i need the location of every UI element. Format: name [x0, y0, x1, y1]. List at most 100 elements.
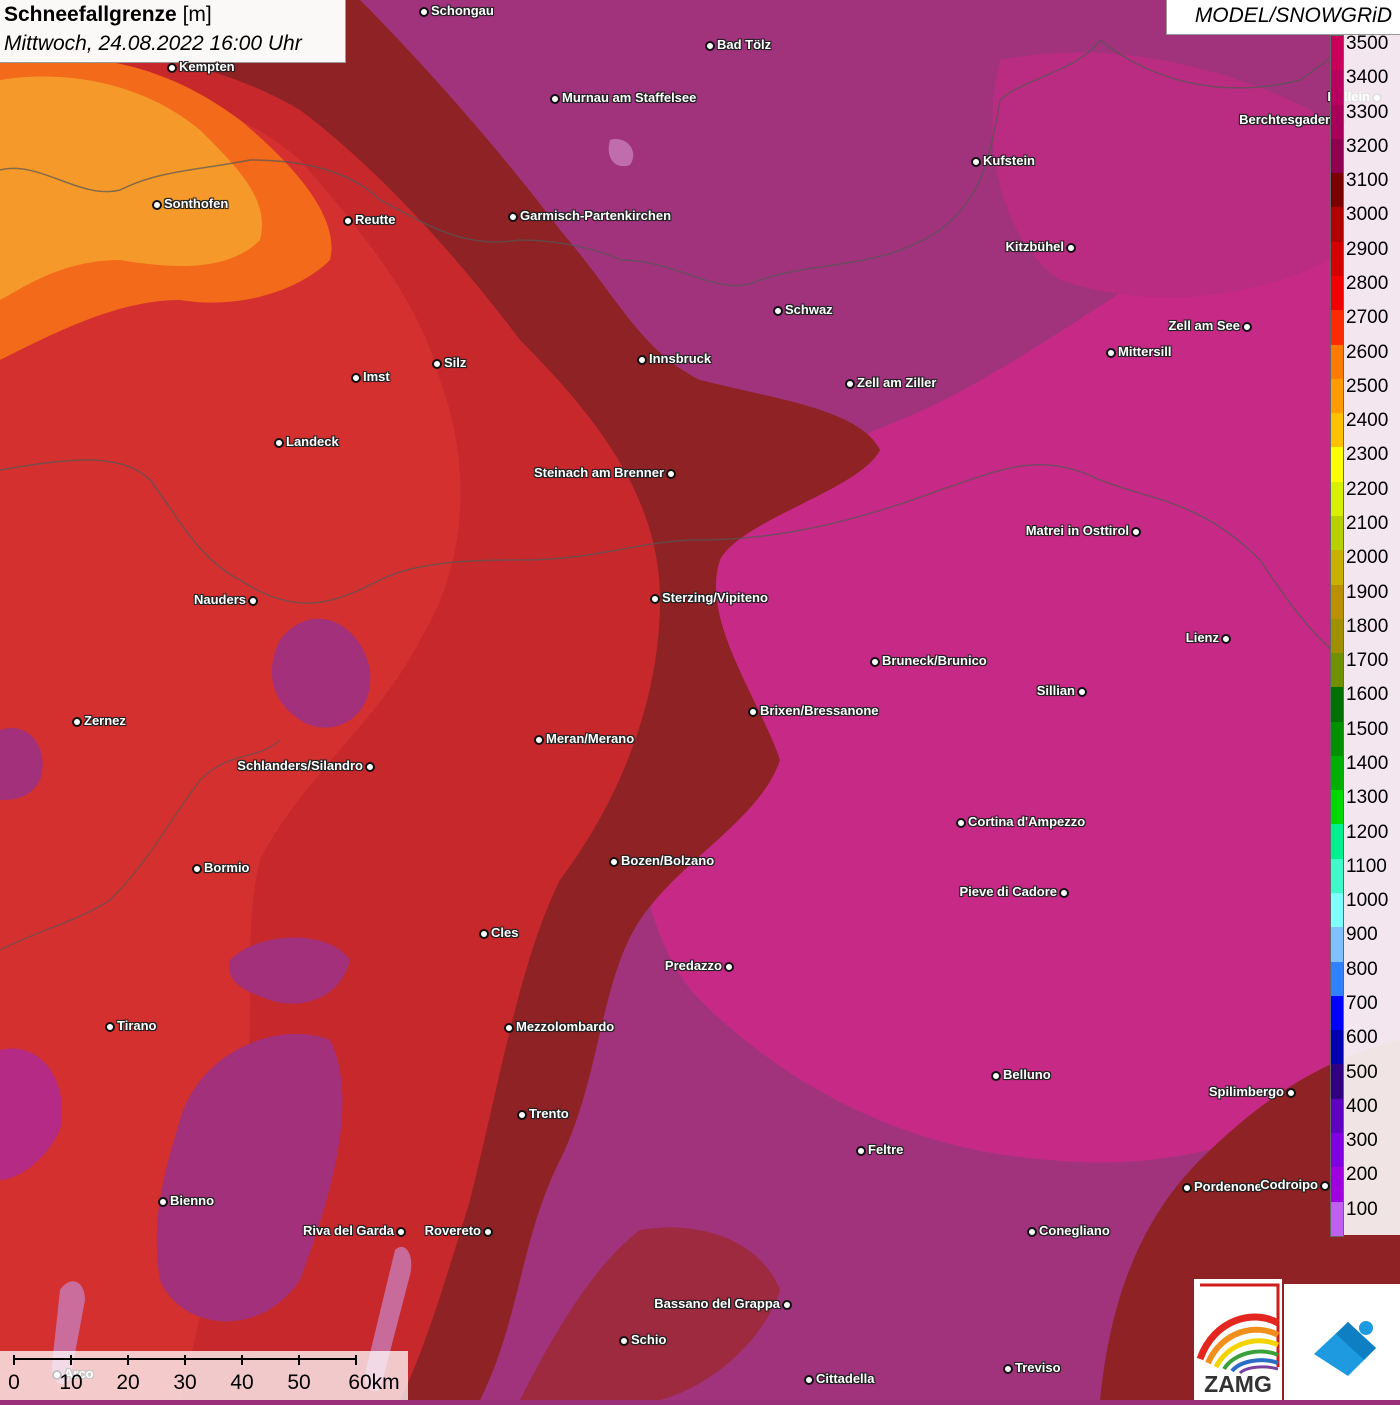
legend-label-1100: 1100 [1346, 855, 1387, 877]
city-marker[interactable]: Cortina d'Ampezzo [956, 814, 1085, 829]
city-dot-icon [870, 657, 880, 667]
city-marker[interactable]: Bad Tölz [705, 37, 771, 52]
city-marker[interactable]: Feltre [856, 1142, 903, 1157]
zamg-logo[interactable]: ZAMG [1194, 1279, 1282, 1400]
city-marker[interactable]: Tirano [105, 1018, 157, 1033]
city-marker[interactable]: Mezzolombardo [504, 1019, 614, 1034]
city-marker[interactable]: Predazzo [665, 958, 734, 973]
city-marker[interactable]: Lienz [1186, 630, 1231, 645]
scale-bar-line [13, 1355, 357, 1365]
city-marker[interactable]: Silz [432, 355, 466, 370]
city-marker[interactable]: Kempten [167, 59, 235, 74]
city-marker[interactable]: Treviso [1003, 1360, 1061, 1375]
city-marker[interactable]: Schongau [419, 3, 494, 18]
city-label: Matrei in Osttirol [1025, 523, 1129, 538]
legend-label-3100: 3100 [1346, 170, 1389, 192]
city-marker[interactable]: Kufstein [971, 153, 1035, 168]
map-title: Schneefallgrenze [m] [4, 3, 212, 27]
city-dot-icon [419, 7, 429, 17]
color-legend: 3500 3400 3300 3200 3100 3000 2900 2800 2700 2600… [1330, 33, 1400, 1237]
model-credit: MODEL/SNOWGRiD [1194, 4, 1392, 27]
scale-tick-0: 0 [8, 1371, 20, 1394]
city-marker[interactable]: Bassano del Grappa [654, 1296, 792, 1311]
city-marker[interactable]: Landeck [274, 434, 339, 449]
city-marker[interactable]: Sillian [1037, 683, 1087, 698]
city-label: Bormio [204, 860, 250, 875]
city-dot-icon [550, 94, 560, 104]
city-marker[interactable]: Kitzbühel [1006, 239, 1076, 254]
city-marker[interactable]: Steinach am Brenner [534, 465, 676, 480]
city-marker[interactable]: Meran/Merano [534, 731, 634, 746]
city-dot-icon [956, 818, 966, 828]
city-marker[interactable]: Murnau am Staffelsee [550, 90, 696, 105]
city-label: Imst [363, 369, 390, 384]
legend-label-1700: 1700 [1346, 650, 1389, 672]
city-marker[interactable]: Innsbruck [637, 351, 711, 366]
city-marker[interactable]: Conegliano [1027, 1223, 1110, 1238]
city-dot-icon [534, 735, 544, 745]
city-marker[interactable]: Nauders [194, 592, 258, 607]
city-label: Codroipo [1260, 1177, 1318, 1192]
app-logo[interactable] [1284, 1284, 1400, 1400]
city-label: Murnau am Staffelsee [562, 90, 697, 105]
city-marker[interactable]: Belluno [991, 1067, 1051, 1082]
city-marker[interactable]: Pordenone [1182, 1179, 1262, 1194]
city-marker[interactable]: Codroipo [1260, 1177, 1330, 1192]
city-marker[interactable]: Imst [351, 369, 390, 384]
city-marker[interactable]: Reutte [343, 212, 395, 227]
city-label: Pordenone [1194, 1179, 1262, 1194]
city-dot-icon [72, 717, 82, 727]
city-label: Mittersill [1118, 344, 1172, 359]
parameter-name: Schneefallgrenze [4, 3, 177, 26]
legend-label-1300: 1300 [1346, 787, 1389, 809]
legend-swatch-1700 [1331, 653, 1343, 688]
city-marker[interactable]: Spilimbergo [1209, 1084, 1296, 1099]
city-marker[interactable]: Brixen/Bressanone [748, 703, 879, 718]
legend-label-1900: 1900 [1346, 581, 1389, 603]
city-marker[interactable]: Pieve di Cadore [959, 884, 1069, 899]
city-marker[interactable]: Bienno [158, 1193, 214, 1208]
city-dot-icon [1066, 243, 1076, 253]
city-label: Bozen/Bolzano [621, 853, 715, 868]
city-marker[interactable]: Garmisch-Partenkirchen [508, 208, 671, 223]
city-marker[interactable]: Bormio [192, 860, 250, 875]
city-marker[interactable]: Riva del Garda [303, 1223, 406, 1238]
map-title-box: Schneefallgrenze [m] Mittwoch, 24.08.202… [0, 0, 346, 63]
city-marker[interactable]: Sonthofen [152, 196, 228, 211]
city-label: Cittadella [816, 1371, 875, 1386]
city-label: Bad Tölz [717, 37, 772, 52]
legend-swatch-1000 [1331, 893, 1343, 928]
city-marker[interactable]: Schlanders/Silandro [237, 758, 375, 773]
city-marker[interactable]: Cittadella [804, 1371, 875, 1386]
legend-swatch-500 [1331, 1064, 1343, 1099]
city-marker[interactable]: Zell am Ziller [845, 375, 936, 390]
city-label: Riva del Garda [302, 1223, 394, 1238]
legend-label-2600: 2600 [1346, 341, 1389, 363]
city-dot-icon [343, 216, 353, 226]
city-marker[interactable]: Sterzing/Vipiteno [650, 590, 768, 605]
city-marker[interactable]: Mittersill [1106, 344, 1171, 359]
city-label: Sterzing/Vipiteno [662, 590, 768, 605]
legend-swatch-1200 [1331, 824, 1343, 859]
legend-label-1600: 1600 [1346, 684, 1389, 706]
city-marker[interactable]: Schwaz [773, 302, 833, 317]
legend-swatch-3500 [1331, 36, 1343, 71]
city-marker[interactable]: Trento [517, 1106, 569, 1121]
city-marker[interactable]: Cles [479, 925, 518, 940]
city-marker[interactable]: Zernez [72, 713, 126, 728]
zamg-logo-text: ZAMG [1204, 1371, 1272, 1397]
city-marker[interactable]: Matrei in Osttirol [1026, 523, 1141, 538]
legend-label-2700: 2700 [1346, 307, 1389, 329]
uwz-app-icon [1314, 1321, 1376, 1376]
city-marker[interactable]: Bozen/Bolzano [609, 853, 714, 868]
legend-label-3200: 3200 [1346, 135, 1389, 157]
city-marker[interactable]: Rovereto [425, 1223, 493, 1238]
city-marker[interactable]: Schio [619, 1332, 666, 1347]
city-dot-icon [856, 1146, 866, 1156]
city-marker[interactable]: Zell am See [1168, 318, 1252, 333]
legend-label-600: 600 [1346, 1027, 1378, 1049]
city-label: Sonthofen [164, 196, 229, 211]
legend-color-bar [1330, 35, 1344, 1237]
city-dot-icon [1286, 1088, 1296, 1098]
city-marker[interactable]: Bruneck/Brunico [870, 653, 987, 668]
